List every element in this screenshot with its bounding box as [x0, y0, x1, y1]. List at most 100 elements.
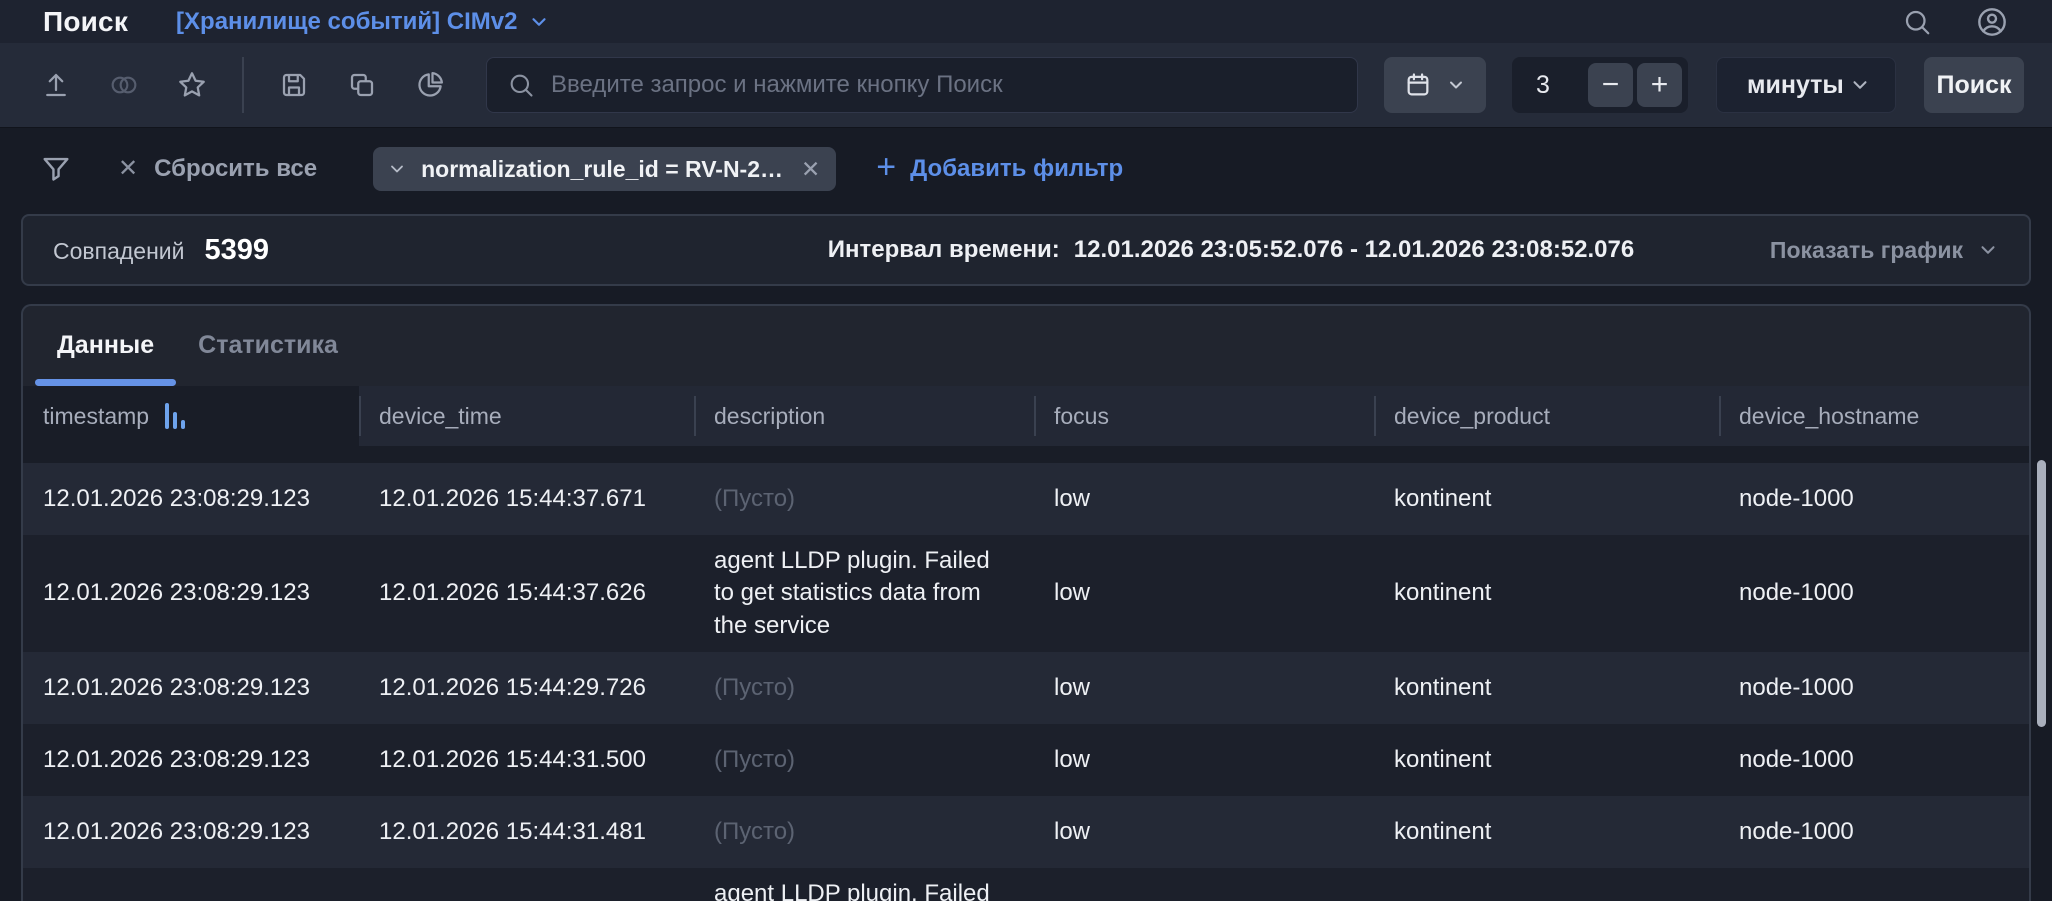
cell-device-hostname: node-1000	[1719, 535, 2029, 652]
cell-device-product: kontinent	[1374, 868, 1719, 901]
venn-icon[interactable]	[96, 57, 152, 113]
table-row[interactable]: 12.01.2026 23:08:29.123 12.01.2026 15:44…	[23, 724, 2029, 796]
add-filter-label: Добавить фильтр	[910, 155, 1123, 183]
cell-device-hostname: node-1000	[1719, 652, 2029, 724]
column-header-timestamp[interactable]: timestamp	[23, 386, 359, 446]
cell-description: (Пусто)	[694, 724, 1034, 796]
cell-device-product: kontinent	[1374, 463, 1719, 535]
cell-timestamp: 12.01.2026 23:08:29.123	[23, 463, 359, 535]
cell-description: (Пусто)	[694, 796, 1034, 868]
interval-amount-value: 3	[1536, 71, 1584, 100]
cell-timestamp: 12.01.2026 23:08:29.123	[23, 652, 359, 724]
tab-statistics[interactable]: Статистика	[176, 331, 360, 386]
clear-all-label: Сбросить все	[154, 155, 317, 183]
tab-data[interactable]: Данные	[35, 331, 176, 386]
filter-chip-label: normalization_rule_id = RV-N-2…	[421, 156, 783, 183]
results-panel: Данные Статистика timestamp device_time …	[21, 304, 2031, 901]
topbar: Поиск [Хранилище событий] CIMv2	[0, 0, 2052, 43]
column-label: focus	[1054, 403, 1109, 430]
cell-description: agent LLDP plugin. Failed to get statist…	[694, 535, 1034, 652]
chevron-down-icon	[528, 11, 550, 33]
interval-unit-select[interactable]: минуты	[1716, 57, 1896, 113]
cell-device-time: 12.01.2026 15:44:31.500	[359, 724, 694, 796]
search-toolbar: 3 − + минуты Поиск	[0, 43, 2052, 128]
vertical-scrollbar-thumb[interactable]	[2037, 460, 2046, 727]
cell-device-time: 12.01.2026 15:44:31.481	[359, 796, 694, 868]
column-label: device_product	[1394, 403, 1550, 430]
column-header-description[interactable]: description	[694, 386, 1034, 446]
cell-device-time: 12.01.2026 15:44:37.671	[359, 463, 694, 535]
copy-icon[interactable]	[334, 57, 390, 113]
cell-device-hostname: node-1000	[1719, 868, 2029, 901]
export-icon[interactable]	[28, 57, 84, 113]
query-search-box	[486, 57, 1358, 113]
query-input[interactable]	[551, 71, 1337, 99]
cell-device-hostname: node-1000	[1719, 796, 2029, 868]
clear-all-filters-button[interactable]: ✕ Сбросить все	[118, 155, 317, 183]
close-icon: ✕	[118, 157, 138, 181]
column-header-focus[interactable]: focus	[1034, 386, 1374, 446]
show-chart-toggle[interactable]: Показать график	[1769, 237, 1999, 264]
table-header: timestamp device_time description focus …	[23, 386, 2029, 446]
page-title: Поиск	[43, 6, 128, 38]
star-icon[interactable]	[164, 57, 220, 113]
column-label: timestamp	[43, 403, 149, 430]
remove-filter-icon[interactable]: ✕	[797, 156, 820, 183]
interval-unit-value: минуты	[1747, 71, 1844, 100]
user-account-icon[interactable]	[1976, 6, 2008, 38]
filter-bar: ✕ Сбросить все normalization_rule_id = R…	[0, 128, 2052, 210]
matches-label: Совпадений	[53, 238, 184, 265]
table-row[interactable]: 12.01.2026 23:08:29.123 12.01.2026 15:44…	[23, 868, 2029, 901]
chevron-down-icon	[1849, 74, 1871, 96]
calendar-icon	[1404, 71, 1432, 99]
increment-button[interactable]: +	[1637, 63, 1682, 107]
table-row[interactable]: 12.01.2026 23:08:29.123 12.01.2026 15:44…	[23, 463, 2029, 535]
plus-icon: +	[876, 150, 896, 184]
chevron-down-icon	[1446, 75, 1466, 95]
cell-device-product: kontinent	[1374, 796, 1719, 868]
cell-timestamp: 12.01.2026 23:08:29.123	[23, 535, 359, 652]
table-header-spacer	[23, 446, 2029, 463]
date-range-button[interactable]	[1384, 57, 1486, 113]
save-icon[interactable]	[266, 57, 322, 113]
cell-device-hostname: node-1000	[1719, 463, 2029, 535]
search-button[interactable]: Поиск	[1924, 57, 2024, 113]
cell-timestamp: 12.01.2026 23:08:29.123	[23, 868, 359, 901]
cell-focus: low	[1034, 463, 1374, 535]
cell-device-time: 12.01.2026 15:44:29.726	[359, 652, 694, 724]
cell-description: agent LLDP plugin. Failed to get statist…	[694, 868, 1034, 901]
table-row[interactable]: 12.01.2026 23:08:29.123 12.01.2026 15:44…	[23, 652, 2029, 724]
interval-amount-field[interactable]: 3 − +	[1512, 57, 1688, 113]
cell-focus: low	[1034, 868, 1374, 901]
results-summary-panel: Совпадений 5399 Интервал времени: 12.01.…	[21, 214, 2031, 286]
column-header-device-product[interactable]: device_product	[1374, 386, 1719, 446]
filter-chip-normalization-rule[interactable]: normalization_rule_id = RV-N-2… ✕	[373, 147, 836, 191]
event-storage-selector[interactable]: [Хранилище событий] CIMv2	[176, 8, 549, 36]
time-interval-label: Интервал времени:	[828, 236, 1060, 264]
cell-focus: low	[1034, 535, 1374, 652]
cell-device-time: 12.01.2026 15:44:37.626	[359, 535, 694, 652]
cell-device-product: kontinent	[1374, 652, 1719, 724]
cell-device-hostname: node-1000	[1719, 724, 2029, 796]
cell-device-product: kontinent	[1374, 535, 1719, 652]
cell-description: (Пусто)	[694, 463, 1034, 535]
global-search-icon[interactable]	[1902, 7, 1932, 37]
table-row[interactable]: 12.01.2026 23:08:29.123 12.01.2026 15:44…	[23, 535, 2029, 652]
time-interval-value: 12.01.2026 23:05:52.076 - 12.01.2026 23:…	[1074, 236, 1634, 264]
pie-chart-icon[interactable]	[402, 57, 458, 113]
chevron-down-icon	[1977, 239, 1999, 261]
toolbar-divider	[242, 57, 244, 113]
column-header-device-hostname[interactable]: device_hostname	[1719, 386, 2029, 446]
filter-funnel-icon[interactable]	[28, 152, 84, 186]
time-interval: Интервал времени: 12.01.2026 23:05:52.07…	[693, 236, 1769, 264]
cell-device-time: 12.01.2026 15:44:31.439	[359, 868, 694, 901]
column-header-device-time[interactable]: device_time	[359, 386, 694, 446]
table-row[interactable]: 12.01.2026 23:08:29.123 12.01.2026 15:44…	[23, 796, 2029, 868]
event-storage-selector-label: [Хранилище событий] CIMv2	[176, 8, 517, 36]
decrement-button[interactable]: −	[1588, 63, 1633, 107]
add-filter-button[interactable]: + Добавить фильтр	[876, 154, 1123, 184]
cell-device-product: kontinent	[1374, 724, 1719, 796]
show-chart-label: Показать график	[1770, 237, 1963, 264]
sort-descending-icon	[165, 403, 185, 429]
cell-timestamp: 12.01.2026 23:08:29.123	[23, 796, 359, 868]
